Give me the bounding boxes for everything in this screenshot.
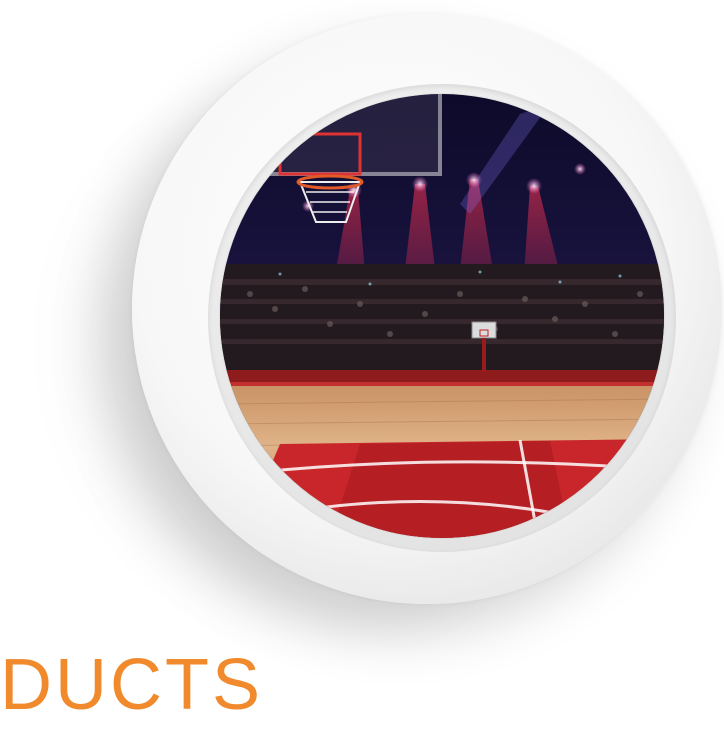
page-title: DUCTS — [0, 645, 263, 725]
arena-illustration — [220, 94, 664, 538]
arena-photo — [220, 94, 664, 538]
